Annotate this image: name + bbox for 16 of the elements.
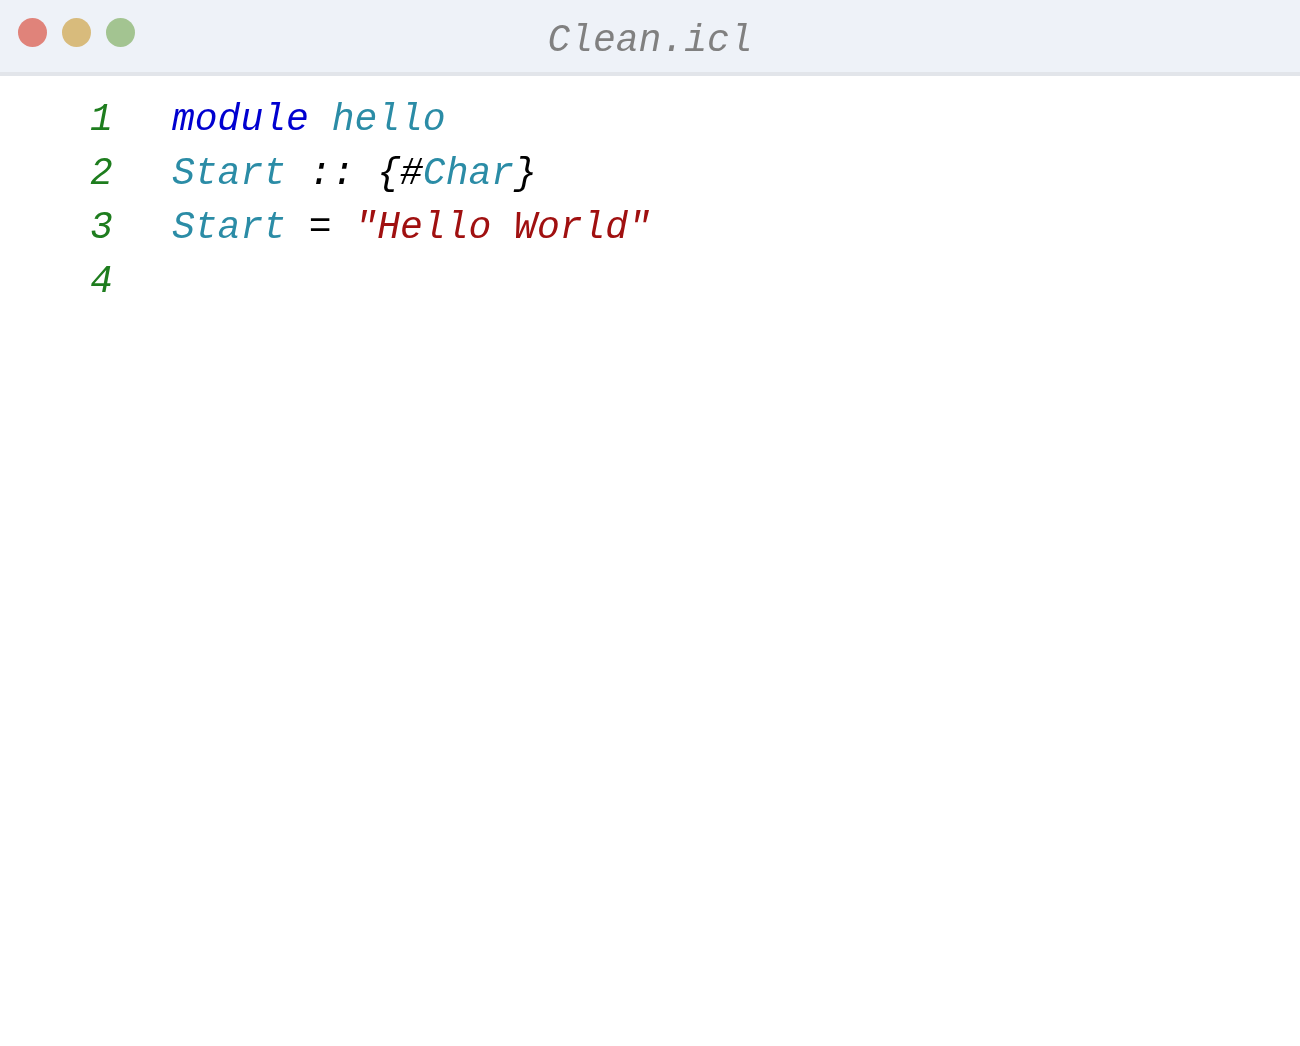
- operator: :: {#: [307, 152, 423, 195]
- line-number: 3: [90, 206, 114, 249]
- identifier: Start: [172, 206, 287, 249]
- identifier: Start: [172, 152, 287, 195]
- operator: =: [307, 206, 333, 249]
- identifier: hello: [330, 98, 446, 141]
- string-literal: "Hello World": [354, 206, 651, 249]
- close-icon[interactable]: [18, 18, 47, 47]
- maximize-icon[interactable]: [106, 18, 135, 47]
- line-number: 4: [90, 260, 114, 303]
- line-number: 2: [90, 152, 114, 195]
- window-title: Clean.icl: [547, 18, 753, 62]
- minimize-icon[interactable]: [62, 18, 91, 47]
- operator: }: [514, 152, 537, 195]
- keyword: module: [172, 98, 309, 141]
- line-number: 1: [90, 98, 114, 141]
